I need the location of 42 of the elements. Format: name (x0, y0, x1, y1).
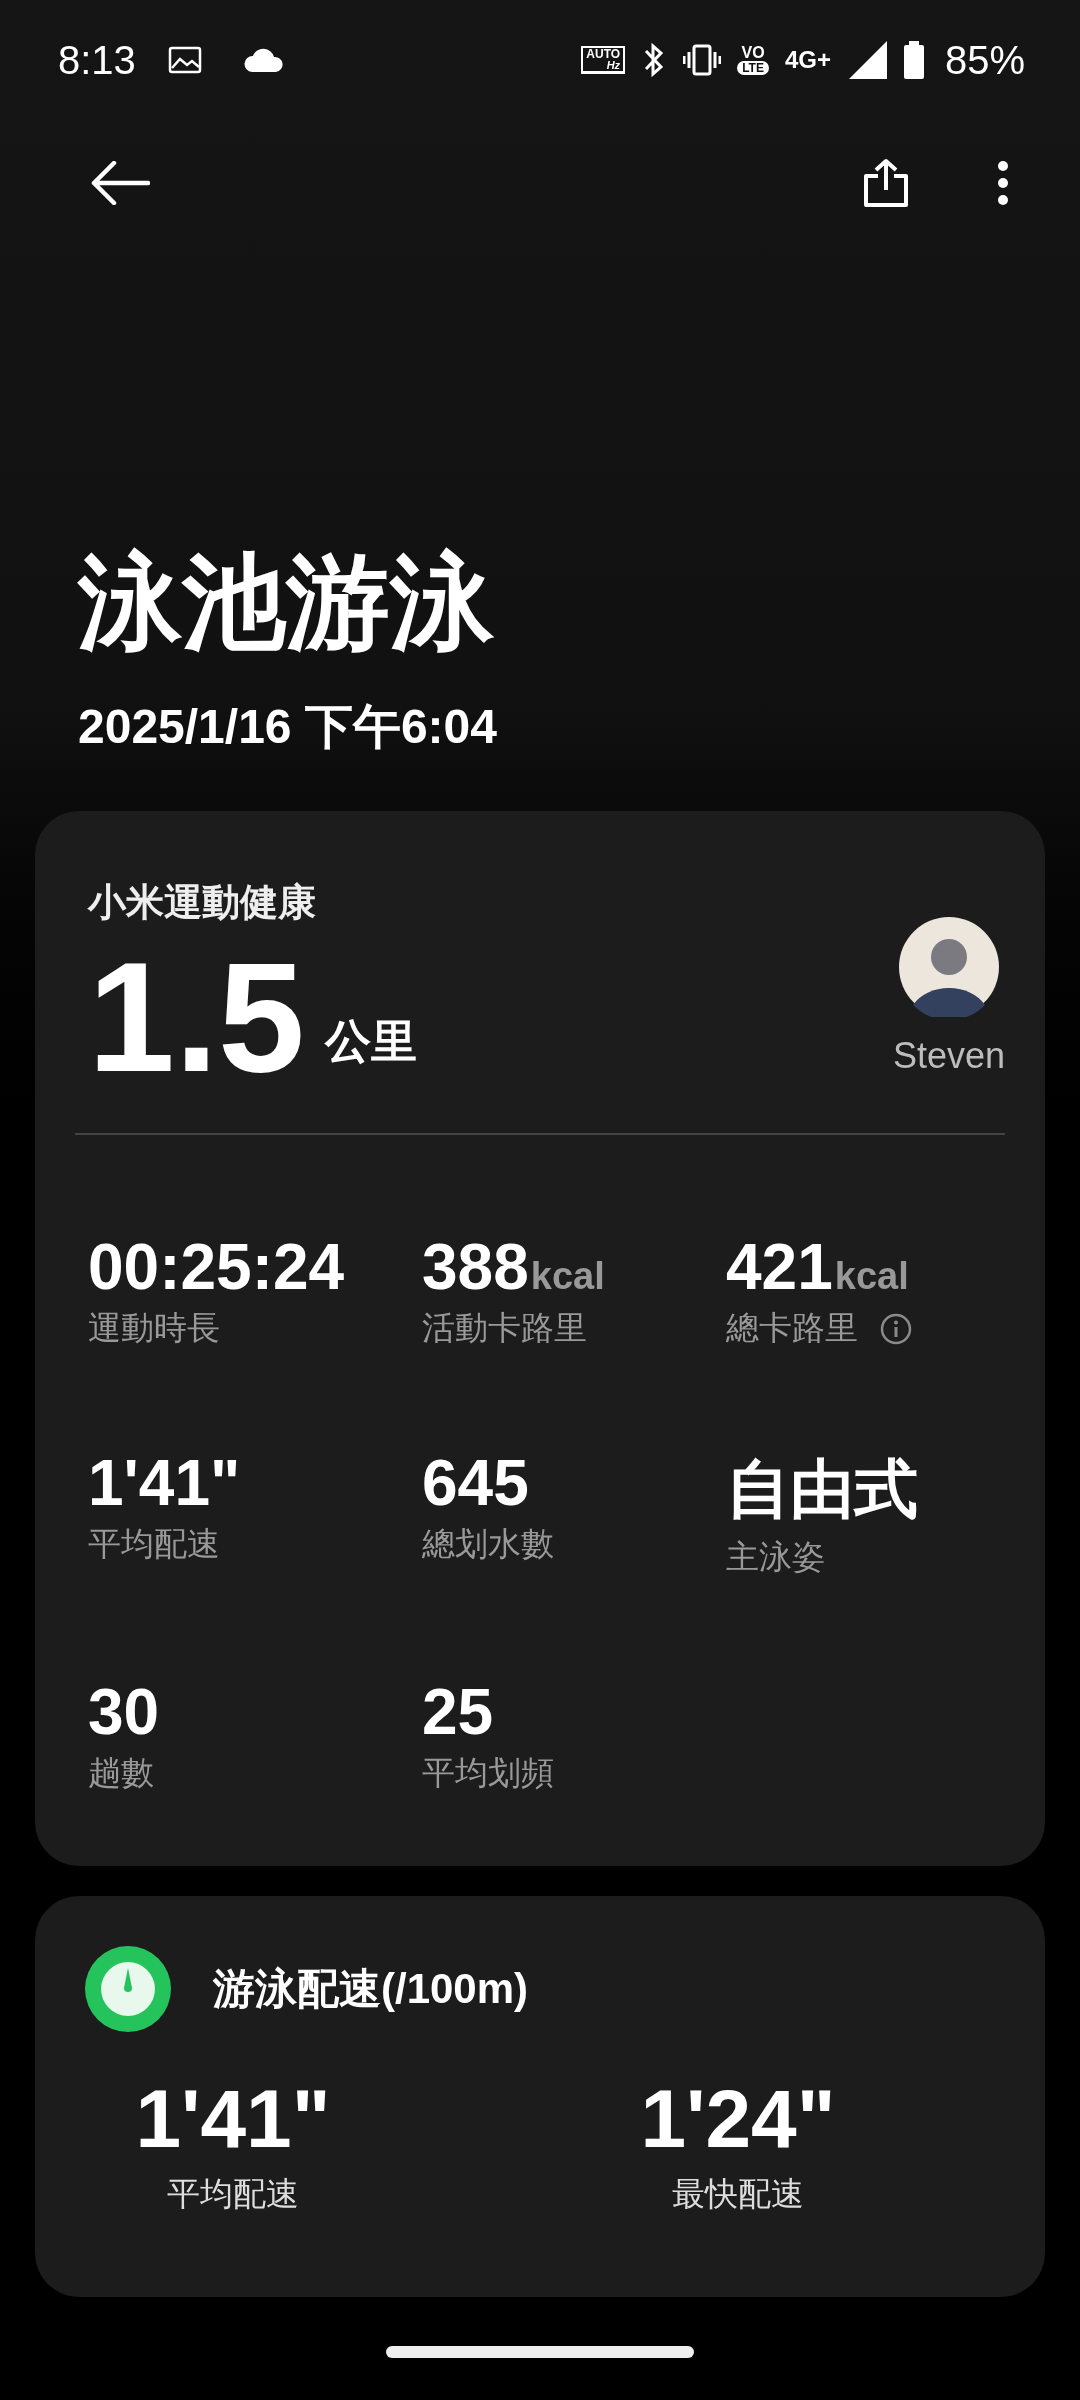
stat-value: 421 (726, 1230, 833, 1305)
cloud-icon (243, 48, 284, 72)
refresh-rate-icon: AUTO Hz (581, 46, 626, 74)
back-icon[interactable] (90, 160, 150, 205)
stat-value: 388 (422, 1230, 529, 1305)
stat-value: 1'41" (88, 1446, 241, 1521)
workout-title: 泳池游泳 (78, 543, 495, 662)
stat-label: 平均配速 (88, 1524, 220, 1565)
status-time: 8:13 (58, 37, 136, 83)
pace-title: 游泳配速(/100m) (213, 1964, 529, 2015)
share-icon[interactable] (862, 157, 910, 208)
gauge-icon (85, 1946, 171, 2033)
stat-label: 平均划頻 (422, 1753, 554, 1794)
battery-percent: 85% (944, 37, 1025, 83)
stat-label: 總卡路里 (726, 1308, 858, 1349)
battery-icon (902, 41, 925, 79)
stat-value: 645 (422, 1446, 529, 1521)
stat-value: 00:25:24 (88, 1230, 345, 1305)
network-type-icon: 4G+ (784, 46, 831, 74)
more-icon[interactable] (996, 159, 1010, 206)
stat-label: 趟數 (88, 1753, 154, 1794)
pace-value: 1'41" (135, 2072, 331, 2167)
stat-label: 活動卡路里 (422, 1308, 587, 1349)
stat-unit: kcal (530, 1255, 605, 1299)
stat-label: 總划水數 (422, 1524, 554, 1565)
distance-value: 1.5 (88, 931, 305, 1104)
workout-datetime: 2025/1/16 下午6:04 (78, 698, 498, 755)
user-name: Steven (892, 1034, 1005, 1077)
pace-label: 最快配速 (672, 2174, 804, 2215)
distance-unit: 公里 (324, 1014, 417, 1070)
stat-label: 主泳姿 (726, 1537, 825, 1578)
image-icon (167, 46, 202, 74)
pace-label: 平均配速 (167, 2174, 299, 2215)
stat-label: 運動時長 (88, 1308, 220, 1349)
stat-value: 自由式 (726, 1452, 918, 1528)
vibrate-icon (683, 44, 722, 76)
data-source: 小米運動健康 (88, 879, 317, 925)
info-icon[interactable] (880, 1312, 912, 1345)
stat-unit: kcal (834, 1255, 909, 1299)
stat-value: 25 (422, 1675, 494, 1750)
pace-value: 1'24" (640, 2072, 836, 2167)
stat-value: 30 (88, 1675, 160, 1750)
